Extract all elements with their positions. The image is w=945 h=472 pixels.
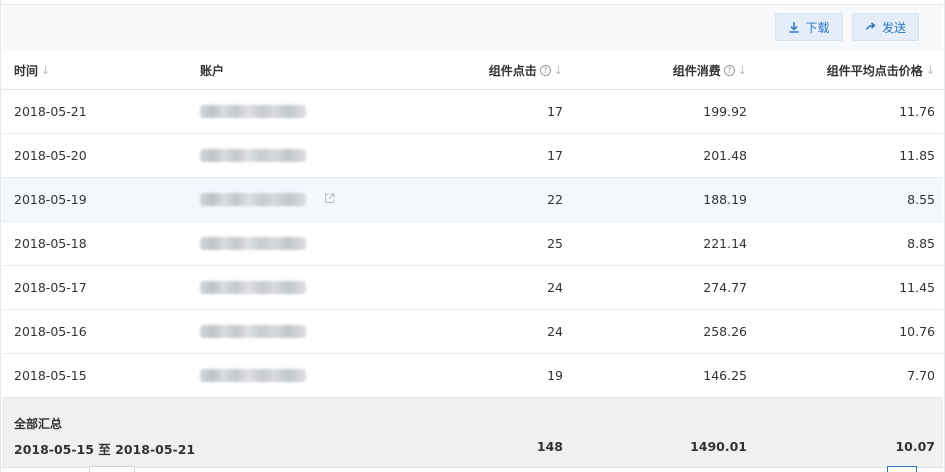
send-arrow-icon bbox=[865, 21, 877, 33]
external-link-icon[interactable] bbox=[324, 193, 335, 208]
clicks-cell: 24 bbox=[547, 280, 563, 295]
table-row[interactable]: 2018-05-16 24 258.26 10.76 bbox=[2, 310, 943, 354]
clicks-cell: 17 bbox=[547, 104, 563, 119]
cost-cell: 188.19 bbox=[703, 192, 747, 207]
download-button[interactable]: 下载 bbox=[775, 13, 843, 41]
cost-cell: 146.25 bbox=[703, 368, 747, 383]
cost-cell: 258.26 bbox=[703, 324, 747, 339]
table-row[interactable]: 2018-05-20 17 201.48 11.85 bbox=[2, 134, 943, 178]
account-cell[interactable] bbox=[200, 90, 306, 133]
send-button[interactable]: 发送 bbox=[852, 13, 919, 41]
avg-price-cell: 11.76 bbox=[899, 104, 935, 119]
account-cell[interactable] bbox=[200, 178, 306, 221]
date-cell: 2018-05-20 bbox=[14, 148, 87, 163]
table-header: 时间 ↓ 账户 组件点击 ? ↓ 组件消费 ? ↓ 组件平均点击价格 ↓ bbox=[2, 50, 943, 90]
avg-price-cell: 10.76 bbox=[899, 324, 935, 339]
pagination-control[interactable] bbox=[887, 466, 917, 472]
date-cell: 2018-05-17 bbox=[14, 280, 87, 295]
redacted-account-name bbox=[200, 105, 306, 118]
help-icon[interactable]: ? bbox=[539, 64, 551, 76]
sort-arrow-icon: ↓ bbox=[41, 63, 51, 77]
report-toolbar: 下载 发送 bbox=[2, 4, 943, 50]
column-header-cost[interactable]: 组件消费 ? ↓ bbox=[673, 50, 747, 90]
redacted-account-name bbox=[200, 149, 306, 162]
date-cell: 2018-05-18 bbox=[14, 236, 87, 251]
redacted-account-name bbox=[200, 237, 306, 250]
avg-price-cell: 11.45 bbox=[899, 280, 935, 295]
summary-clicks: 148 bbox=[536, 439, 563, 454]
account-cell[interactable] bbox=[200, 354, 306, 397]
cost-cell: 199.92 bbox=[703, 104, 747, 119]
table-row[interactable]: 2018-05-17 24 274.77 11.45 bbox=[2, 266, 943, 310]
table-row-hovered[interactable]: 2018-05-19 22 188.19 8.55 bbox=[2, 178, 943, 222]
redacted-account-name bbox=[200, 369, 306, 382]
table-row[interactable]: 2018-05-21 17 199.92 11.76 bbox=[2, 90, 943, 134]
avg-price-cell: 8.55 bbox=[907, 192, 935, 207]
report-table: 时间 ↓ 账户 组件点击 ? ↓ 组件消费 ? ↓ 组件平均点击价格 ↓ 201 bbox=[2, 50, 943, 468]
column-header-clicks[interactable]: 组件点击 ? ↓ bbox=[489, 50, 563, 90]
sort-arrow-icon: ↓ bbox=[553, 63, 563, 77]
column-header-avg-price[interactable]: 组件平均点击价格 ↓ bbox=[827, 50, 935, 90]
summary-avg-price: 10.07 bbox=[895, 439, 935, 454]
account-cell[interactable] bbox=[200, 310, 306, 353]
cost-cell: 274.77 bbox=[703, 280, 747, 295]
date-cell: 2018-05-15 bbox=[14, 368, 87, 383]
avg-price-cell: 7.70 bbox=[907, 368, 935, 383]
download-label: 下载 bbox=[805, 20, 830, 35]
clicks-cell: 17 bbox=[547, 148, 563, 163]
summary-date-range: 2018-05-15 至 2018-05-21 bbox=[14, 442, 196, 457]
table-row[interactable]: 2018-05-18 25 221.14 8.85 bbox=[2, 222, 943, 266]
clicks-cell: 25 bbox=[547, 236, 563, 251]
cost-cell: 201.48 bbox=[703, 148, 747, 163]
clicks-cell: 22 bbox=[547, 192, 563, 207]
column-header-date[interactable]: 时间 ↓ bbox=[14, 50, 50, 90]
sort-arrow-icon: ↓ bbox=[737, 63, 747, 77]
table-row[interactable]: 2018-05-15 19 146.25 7.70 bbox=[2, 354, 943, 398]
cost-cell: 221.14 bbox=[703, 236, 747, 251]
summary-cost: 1490.01 bbox=[690, 439, 747, 454]
column-header-account: 账户 bbox=[200, 63, 225, 78]
date-cell: 2018-05-19 bbox=[14, 192, 87, 207]
redacted-account-name bbox=[200, 281, 306, 294]
date-cell: 2018-05-21 bbox=[14, 104, 87, 119]
help-icon[interactable]: ? bbox=[723, 64, 735, 76]
account-cell[interactable] bbox=[200, 134, 306, 177]
send-label: 发送 bbox=[881, 20, 906, 35]
summary-row: 全部汇总 2018-05-15 至 2018-05-21 148 1490.01… bbox=[2, 398, 943, 468]
account-cell[interactable] bbox=[200, 222, 306, 265]
redacted-account-name bbox=[200, 325, 306, 338]
date-cell: 2018-05-16 bbox=[14, 324, 87, 339]
redacted-account-name bbox=[200, 193, 306, 206]
avg-price-cell: 8.85 bbox=[907, 236, 935, 251]
report-panel: 下载 发送 时间 ↓ 账户 组件点击 ? ↓ 组件消费 ? ↓ 组件平均点击价格… bbox=[0, 0, 945, 472]
summary-label: 全部汇总 bbox=[14, 417, 63, 431]
pagination-control[interactable] bbox=[89, 466, 135, 472]
avg-price-cell: 11.85 bbox=[899, 148, 935, 163]
clicks-cell: 24 bbox=[547, 324, 563, 339]
download-icon bbox=[788, 21, 800, 33]
clicks-cell: 19 bbox=[547, 368, 563, 383]
account-cell[interactable] bbox=[200, 266, 306, 309]
sort-arrow-icon: ↓ bbox=[925, 63, 935, 77]
